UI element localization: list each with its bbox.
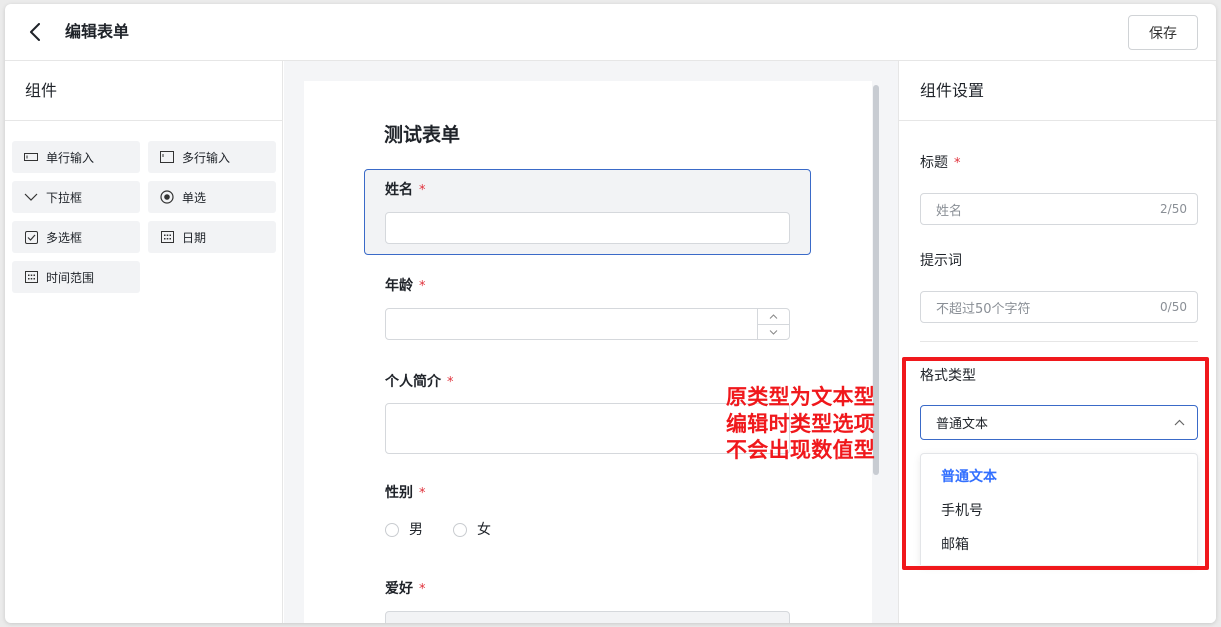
- component-label: 单行输入: [46, 150, 95, 165]
- required-mark: *: [954, 156, 961, 171]
- chevron-left-icon: [30, 23, 40, 41]
- required-mark: *: [419, 279, 426, 294]
- component-multi-line-input[interactable]: 多行输入: [148, 141, 276, 173]
- component-single-line-input[interactable]: 单行输入: [12, 141, 140, 173]
- form-card: 测试表单 姓名 * 年龄 * 个人简介 * 性别 * 男 女 爱好 *: [304, 81, 872, 623]
- gender-option-label: 男: [409, 522, 423, 538]
- components-panel-title: 组件: [25, 81, 58, 100]
- annotation-line: 原类型为文本型: [726, 385, 876, 409]
- component-label: 时间范围: [46, 270, 95, 285]
- decrement-button[interactable]: [758, 324, 789, 339]
- annotation-text: 原类型为文本型 编辑时类型选项 不会出现数值型: [726, 384, 875, 464]
- settings-panel: 组件设置 标题 * 姓名 2/50 提示词 不超过50个字符 0/50 格式类型 …: [898, 61, 1216, 623]
- component-date[interactable]: 日期: [148, 221, 276, 253]
- form-canvas: 测试表单 姓名 * 年龄 * 个人简介 * 性别 * 男 女 爱好 *: [284, 61, 898, 623]
- app-window: 编辑表单 保存 组件 单行输入 多行输入 下拉框 单选 多选框 日期 时间范围 …: [5, 4, 1216, 623]
- multi-line-input-icon: [160, 150, 174, 164]
- component-label: 下拉框: [46, 190, 83, 205]
- component-label: 日期: [182, 230, 207, 245]
- divider: [899, 120, 1216, 121]
- gender-radio-female[interactable]: [453, 523, 467, 537]
- save-button[interactable]: 保存: [1128, 15, 1198, 50]
- char-counter: 2/50: [1160, 202, 1187, 216]
- component-label: 多选框: [46, 230, 83, 245]
- number-stepper[interactable]: [757, 309, 789, 339]
- field-label-hobby: 爱好 *: [385, 581, 426, 597]
- component-dropdown[interactable]: 下拉框: [12, 181, 140, 213]
- calendar-icon: [24, 270, 38, 284]
- gender-option-label: 女: [477, 522, 491, 538]
- required-mark: *: [419, 486, 426, 501]
- hint-placeholder: 不超过50个字符: [936, 301, 1031, 317]
- increment-button[interactable]: [758, 309, 789, 324]
- radio-icon: [160, 190, 174, 204]
- chevron-up-icon: [769, 314, 778, 319]
- field-label-name: 姓名 *: [385, 182, 426, 198]
- component-label: 多行输入: [182, 150, 231, 165]
- annotation-highlight-box: [902, 357, 1209, 570]
- field-label-age: 年龄 *: [385, 278, 426, 294]
- gender-radio-male[interactable]: [385, 523, 399, 537]
- title-setting-input[interactable]: 姓名 2/50: [920, 193, 1198, 225]
- form-title: 测试表单: [384, 124, 461, 146]
- component-checkbox[interactable]: 多选框: [12, 221, 140, 253]
- setting-label-hint: 提示词: [920, 253, 962, 269]
- char-counter: 0/50: [1160, 300, 1187, 314]
- required-mark: *: [419, 582, 426, 597]
- back-button[interactable]: [25, 21, 45, 43]
- chevron-down-icon: [769, 329, 778, 335]
- divider: [5, 120, 282, 121]
- component-time-range[interactable]: 时间范围: [12, 261, 140, 293]
- required-mark: *: [447, 375, 454, 390]
- required-mark: *: [419, 183, 426, 198]
- name-input[interactable]: [385, 212, 790, 244]
- title-setting-value: 姓名: [936, 203, 963, 219]
- hint-setting-input[interactable]: 不超过50个字符 0/50: [920, 291, 1198, 323]
- checkbox-icon: [24, 230, 38, 244]
- components-panel: 组件 单行输入 多行输入 下拉框 单选 多选框 日期 时间范围: [5, 61, 283, 623]
- chevron-down-icon: [24, 190, 38, 204]
- field-label-bio: 个人简介 *: [385, 374, 454, 390]
- component-radio[interactable]: 单选: [148, 181, 276, 213]
- page-header: 编辑表单 保存: [5, 4, 1216, 61]
- field-label-gender: 性别 *: [385, 485, 426, 501]
- settings-panel-title: 组件设置: [920, 81, 985, 100]
- hobby-field[interactable]: [385, 611, 790, 623]
- single-line-input-icon: [24, 150, 38, 164]
- divider: [920, 341, 1198, 342]
- setting-label-title: 标题 *: [920, 155, 961, 171]
- page-title: 编辑表单: [65, 22, 130, 41]
- calendar-icon: [160, 230, 174, 244]
- component-label: 单选: [182, 190, 207, 205]
- annotation-line: 编辑时类型选项: [726, 411, 876, 436]
- age-number-input[interactable]: [385, 308, 790, 340]
- annotation-line: 不会出现数值型: [726, 438, 876, 462]
